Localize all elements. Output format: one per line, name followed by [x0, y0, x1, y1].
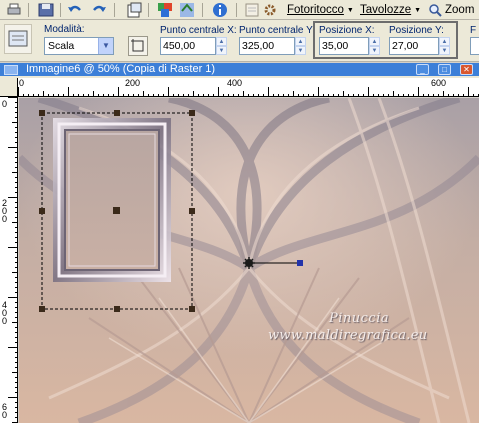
ruler-top-label: 400 [227, 78, 243, 88]
ruler-top-label: 0 [19, 78, 25, 88]
fotoritocco-label: Fotoritocco [287, 4, 344, 16]
fotoritocco-menu[interactable]: Fotoritocco ▼ [287, 2, 354, 18]
maximize-icon: □ [442, 65, 447, 74]
print-icon [7, 3, 21, 15]
crop-icon [131, 39, 144, 52]
maximize-button[interactable]: □ [438, 64, 451, 75]
ruler-left-label: 0 [2, 316, 8, 326]
center-x-stepper[interactable]: ▲ ▼ [216, 37, 227, 55]
save-icon [38, 3, 54, 17]
watermark-url: www.maldiregrafica.eu [268, 328, 428, 343]
trailing-input[interactable] [470, 37, 479, 55]
settings-icon [264, 4, 276, 16]
modalita-select[interactable]: Scala ▼ [44, 37, 114, 55]
tavolozze-label: Tavolozze [360, 4, 412, 16]
zoom-label: Zoom [445, 4, 475, 16]
trailing-label: F [470, 25, 477, 36]
image-canvas[interactable] [19, 98, 479, 423]
info-button[interactable] [210, 1, 230, 19]
close-button[interactable]: ✕ [460, 64, 473, 75]
center-y-label: Punto centrale Y: [239, 25, 315, 36]
ruler-top-label: 600 [431, 78, 447, 88]
save-button[interactable] [36, 1, 56, 19]
info-icon [213, 3, 227, 17]
ruler-left-label: 0 [2, 214, 8, 224]
position-highlight-box [313, 21, 458, 59]
layers-button[interactable] [156, 1, 174, 19]
paste-new-button[interactable] [124, 1, 144, 19]
center-y-input[interactable]: 325,00 [239, 37, 295, 55]
window-title: Immagine6 @ 50% (Copia di Raster 1) [26, 63, 216, 75]
center-x-label: Punto centrale X: [160, 25, 237, 36]
zoom-menu[interactable]: Zoom [428, 2, 474, 18]
chevron-down-icon[interactable]: ▼ [98, 38, 113, 54]
ruler-top: 0 200 400 600 [18, 78, 479, 97]
settings-button[interactable] [262, 1, 278, 19]
script-button[interactable] [242, 1, 262, 19]
ruler-left-label: 0 [2, 410, 8, 420]
layers-icon [158, 3, 172, 17]
script-icon [245, 3, 259, 17]
modalita-value: Scala [48, 40, 75, 52]
tavolozze-menu[interactable]: Tavolozze ▼ [360, 2, 421, 18]
image-window-titlebar[interactable]: Immagine6 @ 50% (Copia di Raster 1) _ □ … [0, 63, 479, 76]
main-toolbar: Fotoritocco ▼ Tavolozze ▼ Zoom [0, 0, 479, 20]
chevron-down-icon: ▼ [414, 6, 422, 14]
center-point-button[interactable] [128, 36, 148, 56]
swap-icon [180, 3, 194, 17]
chevron-down-icon: ▼ [346, 6, 354, 14]
ruler-left: 0 2 0 0 4 0 0 6 0 [0, 97, 18, 423]
presets-button[interactable] [4, 24, 32, 54]
canvas-artwork [19, 98, 479, 423]
undo-button[interactable] [66, 1, 84, 19]
swap-button[interactable] [178, 1, 196, 19]
redo-icon [93, 5, 106, 12]
paste-icon [127, 2, 142, 18]
zoom-icon [429, 4, 442, 17]
presets-icon [8, 30, 28, 47]
minimize-button[interactable]: _ [416, 64, 429, 75]
modalita-label: Modalità: [44, 24, 85, 35]
minimize-icon: _ [420, 65, 425, 74]
image-window-icon [4, 65, 18, 75]
print-button[interactable] [4, 1, 24, 19]
close-icon: ✕ [463, 65, 470, 74]
ruler-top-label: 200 [125, 78, 141, 88]
undo-icon [68, 5, 81, 12]
ruler-corner [0, 78, 18, 97]
redo-button[interactable] [90, 1, 108, 19]
watermark-author: Pinuccia [329, 311, 390, 326]
center-y-stepper[interactable]: ▲ ▼ [295, 37, 306, 55]
center-x-input[interactable]: 450,00 [160, 37, 216, 55]
ruler-left-label: 0 [2, 99, 8, 109]
